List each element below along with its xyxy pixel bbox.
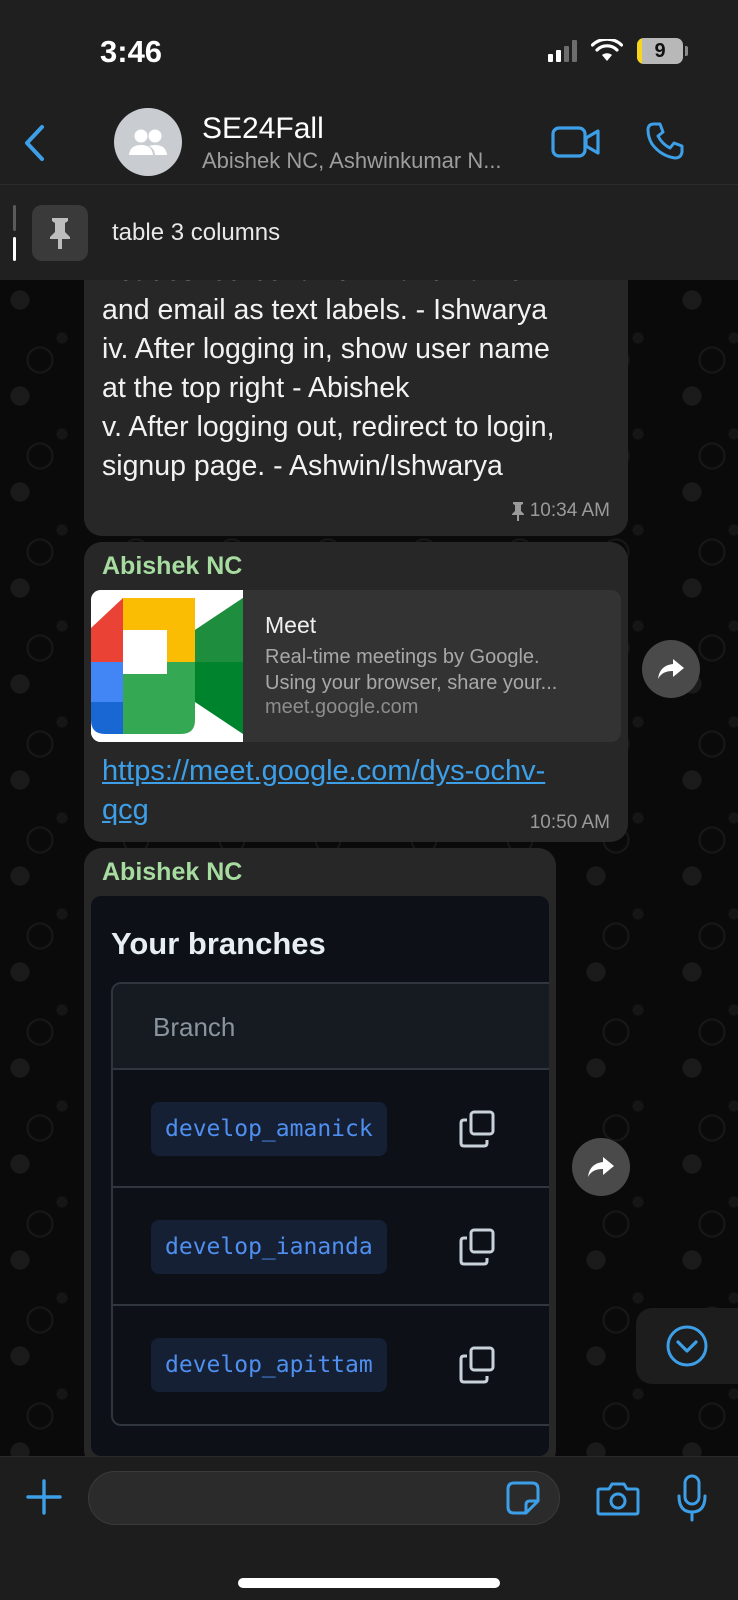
message-timestamp: 10:50 AM	[529, 812, 610, 833]
column-header: Branch	[153, 1012, 236, 1042]
link-domain: meet.google.com	[265, 696, 419, 718]
chat-participants[interactable]: Abishek NC, Ashwinkumar N...	[202, 148, 502, 174]
table-row: develop_apittam	[113, 1306, 549, 1424]
pin-indicator	[13, 205, 17, 261]
camera-icon	[596, 1482, 640, 1516]
pin-icon	[32, 205, 88, 261]
home-indicator	[238, 1578, 500, 1588]
message-timestamp: 10:34 AM	[510, 500, 610, 522]
plus-icon	[26, 1479, 62, 1515]
message-line: signup page. - Ashwin/Ishwarya	[102, 450, 503, 482]
forward-icon	[658, 659, 684, 679]
image-heading: Your branches	[111, 926, 326, 961]
chevron-left-icon	[25, 125, 44, 161]
microphone-icon	[677, 1474, 707, 1522]
google-meet-logo	[91, 590, 243, 742]
link-preview-card[interactable]: Meet Real-time meetings by Google. Using…	[91, 590, 621, 742]
message-line: not desired behavior. Make name	[102, 280, 523, 292]
copy-icon	[459, 1346, 495, 1384]
battery-level: 9	[654, 39, 666, 62]
copy-icon	[459, 1110, 495, 1148]
link-description: Using your browser, share your...	[265, 672, 558, 694]
battery-icon: 9	[637, 38, 688, 64]
message-line: at the top right - Abishek	[102, 372, 410, 404]
attach-button[interactable]	[24, 1477, 64, 1517]
status-icons: 9	[548, 38, 688, 64]
wifi-icon	[591, 39, 623, 61]
link-description: Real-time meetings by Google.	[265, 646, 540, 668]
pin-small-icon	[511, 502, 524, 521]
chat-title[interactable]: SE24Fall	[202, 112, 324, 146]
link-title: Meet	[265, 612, 317, 638]
shared-image[interactable]: Your branches Branch develop_amanick dev…	[91, 896, 549, 1456]
branches-table: Branch develop_amanick develop_iananda d…	[111, 982, 549, 1426]
group-avatar[interactable]	[114, 108, 182, 176]
message-line: and email as text labels. - Ishwarya	[102, 294, 548, 326]
group-icon	[129, 129, 167, 155]
branch-name: develop_apittam	[151, 1338, 387, 1392]
meet-link[interactable]: https://meet.google.com/dys-ochv-	[102, 752, 545, 791]
sticker-icon	[506, 1481, 540, 1515]
message-input[interactable]	[88, 1471, 560, 1525]
chevron-down-circle-icon	[666, 1325, 708, 1367]
camera-button[interactable]	[594, 1477, 642, 1519]
sticker-button[interactable]	[504, 1479, 542, 1517]
video-camera-icon	[551, 126, 600, 158]
forward-button[interactable]	[572, 1138, 630, 1196]
sender-name: Abishek NC	[102, 552, 243, 580]
meet-link-continued[interactable]: qcg	[102, 791, 149, 830]
signal-icon	[548, 40, 577, 62]
table-row: develop_iananda	[113, 1188, 549, 1306]
scroll-to-bottom-button[interactable]	[636, 1308, 738, 1384]
message-bubble-link[interactable]: Abishek NC Meet Real-time meetings by Go…	[84, 542, 628, 842]
status-time: 3:46	[100, 34, 163, 69]
message-composer	[0, 1456, 738, 1600]
branch-name: develop_iananda	[151, 1220, 387, 1274]
pinned-message-bar[interactable]: table 3 columns	[0, 184, 738, 280]
message-bubble-image[interactable]: Abishek NC Your branches Branch develop_…	[84, 848, 556, 1456]
chat-area[interactable]: not desired behavior. Make name and emai…	[0, 280, 738, 1456]
forward-icon	[588, 1157, 614, 1177]
chat-header: 3:46 9 SE24Fall Abishek NC, Ashwinkumar …	[0, 0, 738, 184]
microphone-button[interactable]	[672, 1471, 712, 1525]
message-bubble-text[interactable]: not desired behavior. Make name and emai…	[84, 280, 628, 536]
table-row: develop_amanick	[113, 1070, 549, 1188]
message-line: iv. After logging in, show user name	[102, 333, 550, 365]
copy-icon	[459, 1228, 495, 1266]
branch-name: develop_amanick	[151, 1102, 387, 1156]
message-line: v. After logging out, redirect to login,	[102, 411, 555, 443]
video-call-button[interactable]	[548, 120, 604, 164]
voice-call-button[interactable]	[640, 116, 690, 166]
pinned-message-text: table 3 columns	[112, 219, 281, 246]
back-button[interactable]	[14, 118, 54, 168]
forward-button[interactable]	[642, 640, 700, 698]
sender-name: Abishek NC	[102, 858, 243, 886]
phone-icon	[646, 122, 684, 160]
table-header: Branch	[113, 984, 549, 1070]
